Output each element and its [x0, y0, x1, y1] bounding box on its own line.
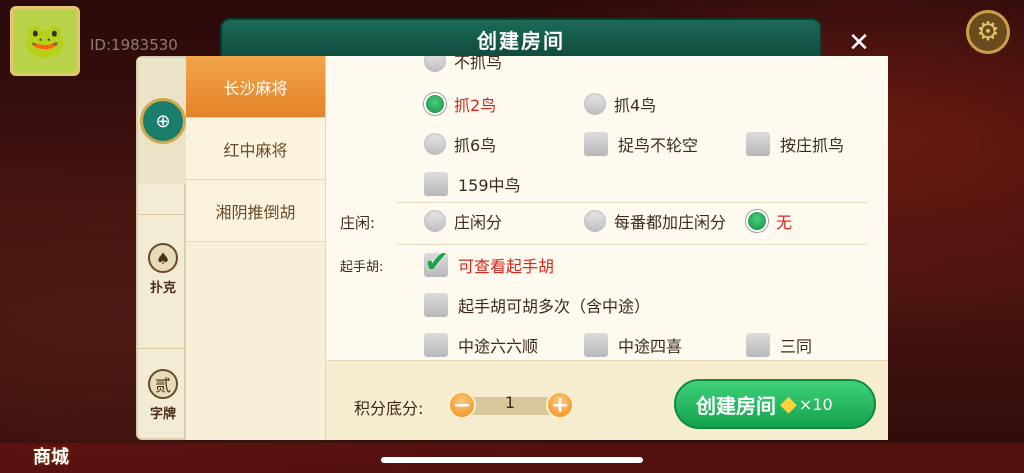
- radio-icon: [424, 210, 446, 232]
- checkbox-icon: [746, 132, 770, 156]
- check-start-hu-multi[interactable]: 起手胡可胡多次（含中途）: [424, 290, 650, 320]
- sidebar-item-poker[interactable]: ♠ 扑克: [138, 214, 188, 324]
- dialog-footer: 积分底分: 1 − + 创建房间 ◆ ×10: [326, 360, 888, 440]
- check-san-tong[interactable]: 三同: [746, 330, 812, 360]
- radio-bird-2[interactable]: 抓2鸟: [424, 89, 496, 119]
- mahjong-emblem-icon: ⊕: [140, 98, 186, 144]
- check-start-hu-view[interactable]: 可查看起手胡: [424, 245, 554, 280]
- option-row: 起手胡: 可查看起手胡: [326, 245, 886, 284]
- check-mid-66[interactable]: 中途六六顺: [424, 330, 538, 360]
- option-row: 抓2鸟 抓4鸟: [326, 87, 886, 123]
- sidebar-item-label: 字牌: [149, 407, 176, 422]
- checkbox-icon: [424, 172, 448, 196]
- dealer-label: 庄闲:: [340, 214, 376, 232]
- radio-no-bird[interactable]: 不抓鸟: [424, 56, 502, 76]
- start-hu-label: 起手胡:: [340, 260, 384, 275]
- radio-bird-4[interactable]: 抓4鸟: [584, 89, 656, 119]
- tab-xiangyin-tuidaohu[interactable]: 湘阴推倒胡: [186, 180, 325, 242]
- checkbox-icon: [584, 132, 608, 156]
- dialog-title: 创建房间: [477, 28, 565, 53]
- shop-button[interactable]: 商城: [6, 409, 96, 469]
- divider: [396, 244, 868, 245]
- radio-dealer-none[interactable]: 无: [746, 206, 792, 236]
- spade-icon: ♠: [148, 243, 178, 273]
- dialog-title-bar: 创建房间: [220, 18, 822, 60]
- score-label: 积分底分:: [354, 399, 424, 418]
- radio-bird-6[interactable]: 抓6鸟: [424, 129, 496, 159]
- create-room-label: 创建房间: [696, 393, 776, 418]
- radio-selected-icon: [424, 93, 446, 115]
- checkbox-icon: [746, 333, 770, 357]
- radio-icon: [584, 210, 606, 232]
- user-avatar[interactable]: 🐸: [10, 6, 80, 76]
- game-type-tabs: 长沙麻将 红中麻将 湘阴推倒胡: [186, 56, 326, 440]
- score-stepper: 1 − +: [448, 391, 574, 419]
- radio-selected-icon: [746, 210, 768, 232]
- game-category-sidebar: ⊕ ♠ 扑克 贰 字牌: [136, 56, 188, 442]
- radio-dealer-each-fan[interactable]: 每番都加庄闲分: [584, 206, 726, 236]
- gold-ingot-icon: ◆: [780, 391, 797, 417]
- check-mid-4xi[interactable]: 中途四喜: [584, 330, 682, 360]
- checkbox-icon: [424, 293, 448, 317]
- checkbox-checked-icon: [424, 245, 449, 280]
- home-indicator[interactable]: [381, 457, 643, 463]
- radio-dealer-score[interactable]: 庄闲分: [424, 206, 502, 236]
- create-room-dialog: 创建房间 ✕ ⊕ ♠ 扑克 贰 字牌 长沙麻将 红中麻将 湘阴推倒胡 不抓鸟 抓…: [136, 18, 888, 442]
- checkbox-icon: [424, 333, 448, 357]
- option-row: 不抓鸟: [326, 56, 886, 80]
- plus-icon[interactable]: +: [546, 391, 574, 419]
- check-bird-by-dealer[interactable]: 按庄抓鸟: [746, 129, 844, 159]
- option-row: 中途六六顺 中途四喜 三同: [326, 328, 886, 360]
- radio-icon: [424, 133, 446, 155]
- create-cost: ×10: [798, 394, 833, 414]
- radio-icon: [584, 93, 606, 115]
- checkbox-icon: [584, 333, 608, 357]
- option-row: 抓6鸟 捉鸟不轮空 按庄抓鸟: [326, 127, 886, 163]
- close-icon[interactable]: ✕: [842, 26, 876, 60]
- check-bird-159[interactable]: 159中鸟: [424, 169, 521, 199]
- minus-icon[interactable]: −: [448, 391, 476, 419]
- character-card-icon: 贰: [148, 369, 178, 399]
- sidebar-item-mahjong[interactable]: ⊕: [138, 58, 188, 184]
- check-bird-no-empty[interactable]: 捉鸟不轮空: [584, 129, 698, 159]
- options-panel: 不抓鸟 抓2鸟 抓4鸟 抓6鸟 捉鸟不轮空 按庄抓鸟 159中鸟 庄闲: 庄闲分…: [326, 56, 888, 360]
- create-room-button[interactable]: 创建房间 ◆ ×10: [674, 379, 876, 429]
- tab-changsha-mahjong[interactable]: 长沙麻将: [186, 56, 325, 118]
- sidebar-item-zipai[interactable]: 贰 字牌: [138, 348, 188, 442]
- gear-icon[interactable]: ⚙: [966, 10, 1010, 54]
- tab-hongzhong-mahjong[interactable]: 红中麻将: [186, 118, 325, 180]
- sidebar-item-label: 扑克: [149, 281, 176, 296]
- option-row: 庄闲: 庄闲分 每番都加庄闲分 无: [326, 204, 886, 240]
- divider: [396, 202, 868, 203]
- option-row: 159中鸟: [326, 167, 886, 203]
- radio-icon: [424, 56, 446, 72]
- option-row: 起手胡可胡多次（含中途）: [326, 288, 886, 324]
